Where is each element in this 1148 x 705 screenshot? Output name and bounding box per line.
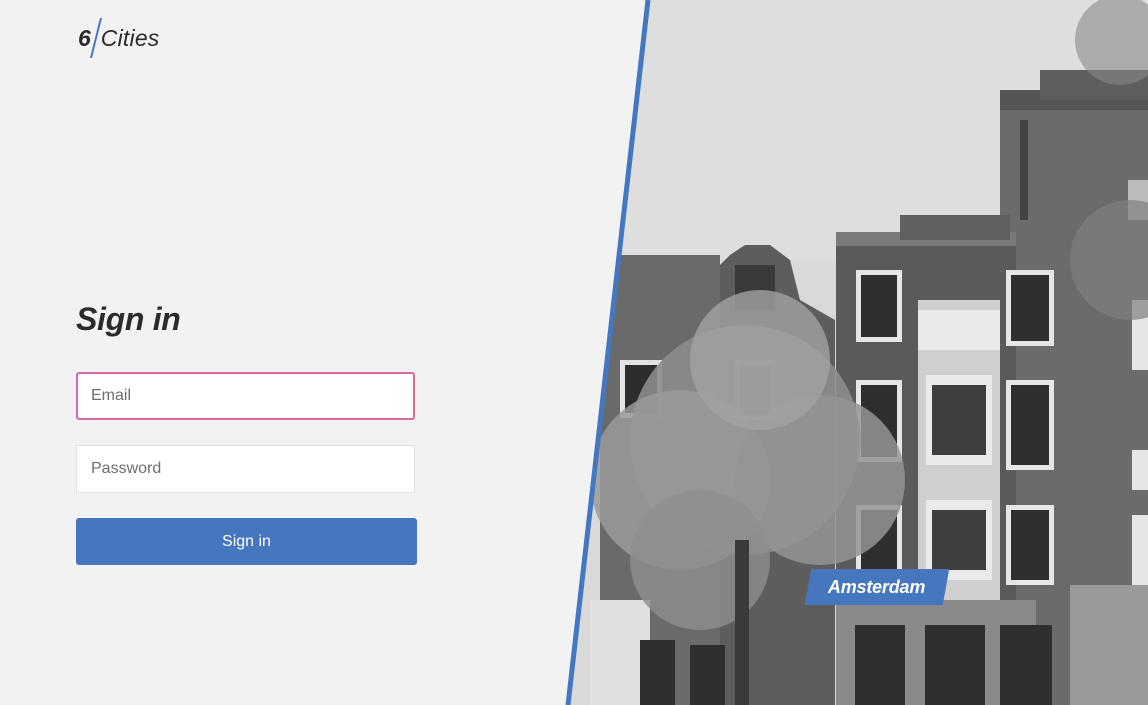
logo-word: Cities [100,24,160,51]
page-title: Sign in [76,301,181,337]
city-photo-illustration [566,0,1148,705]
location-city: Amsterdam [828,576,926,597]
password-field[interactable] [76,445,415,493]
login-page: 6 Cities Sign in Sign in Amsterdam [0,0,1148,705]
logo-number: 6 [78,24,91,51]
logo-link[interactable]: 6 Cities [78,18,160,58]
email-field[interactable] [76,372,415,420]
city-photo [566,0,1148,705]
location-badge[interactable]: Amsterdam [804,569,950,605]
sign-in-button[interactable]: Sign in [76,518,417,565]
